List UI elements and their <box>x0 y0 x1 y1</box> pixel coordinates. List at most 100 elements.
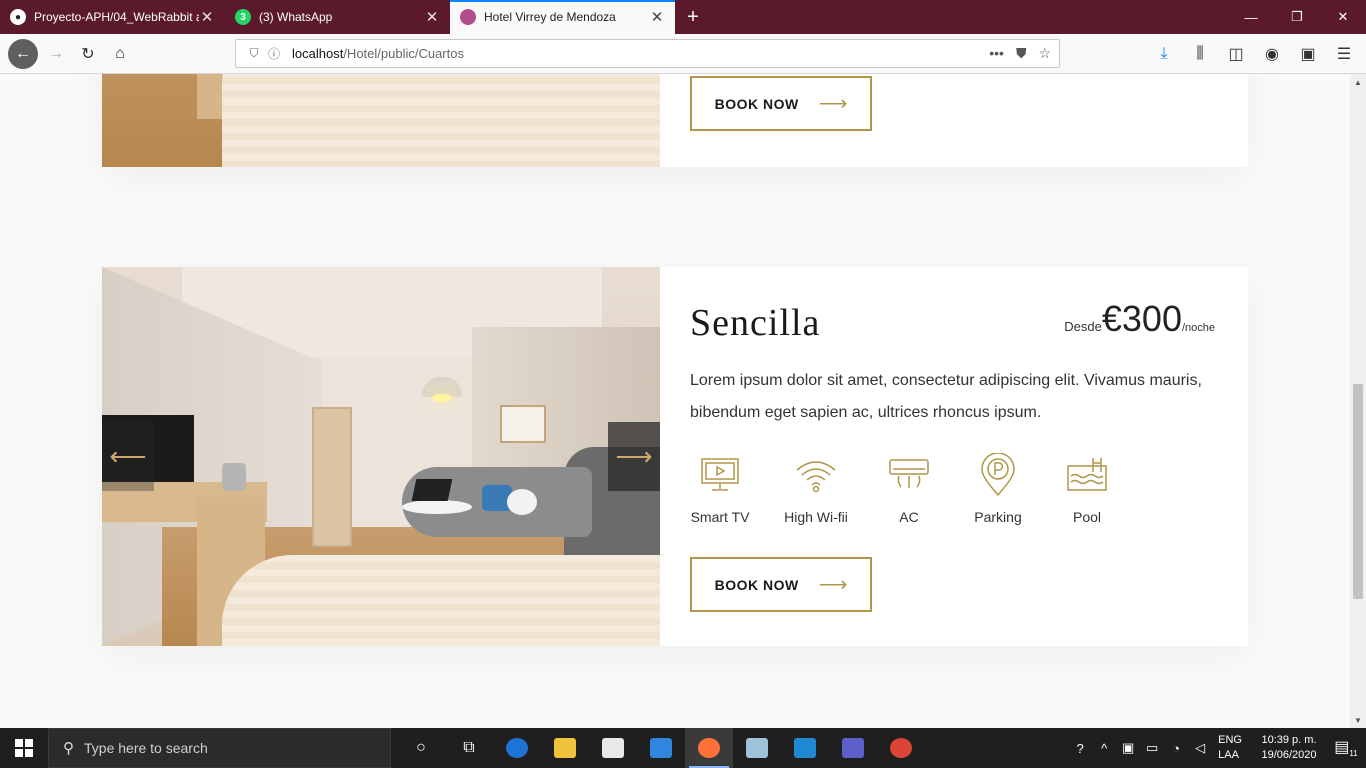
scroll-down-icon[interactable]: ▼ <box>1350 712 1366 728</box>
window-controls: — ❐ ✕ <box>1228 0 1366 34</box>
page-actions-icon[interactable]: ••• <box>989 45 1004 62</box>
firefox-icon[interactable] <box>685 728 733 768</box>
whatsapp-icon: 3 <box>235 9 251 25</box>
tracking-shield-icon[interactable]: ⛉ <box>244 46 264 61</box>
vscode-icon[interactable] <box>781 728 829 768</box>
reload-icon[interactable]: ↻ <box>72 38 104 70</box>
mail-icon[interactable] <box>637 728 685 768</box>
downloads-icon[interactable]: ⤓ <box>1148 38 1180 70</box>
notification-center-icon[interactable]: ▤11 <box>1326 737 1366 758</box>
parking-icon <box>974 453 1022 497</box>
battery-icon[interactable]: ▭ <box>1140 740 1164 756</box>
book-now-label: BOOK NOW <box>714 576 799 593</box>
network-icon[interactable]: ◔ <box>1164 741 1188 756</box>
search-icon: ⚲ <box>63 740 74 757</box>
pool-icon <box>1063 453 1111 497</box>
notification-count: 11 <box>1349 749 1358 759</box>
room-card-sencilla: ⟵ ⟶ Sencilla Desde €300 /noche Lorem ips… <box>102 267 1248 646</box>
home-icon[interactable]: ⌂ <box>104 38 136 70</box>
tab-title: (3) WhatsApp <box>259 10 333 24</box>
amenities-list: Smart TV High Wi-fii AC Parking Pool <box>682 453 1134 525</box>
bookmark-star-icon[interactable]: ☆ <box>1038 45 1051 62</box>
back-icon[interactable]: ← <box>8 38 38 69</box>
close-tab-icon[interactable]: ✕ <box>424 8 440 26</box>
extension-icon[interactable]: ▣ <box>1292 38 1324 70</box>
amenity-label: High Wi-fii <box>784 509 848 525</box>
input-language[interactable]: ENG LAA <box>1218 733 1242 763</box>
hotel-icon <box>460 9 476 25</box>
menu-icon[interactable]: ☰ <box>1328 38 1360 70</box>
tab-title: Hotel Virrey de Mendoza <box>484 10 616 24</box>
search-placeholder: Type here to search <box>84 740 208 756</box>
room-price: Desde €300 /noche <box>1064 301 1215 337</box>
app-icon[interactable] <box>733 728 781 768</box>
url-path: /Hotel/public/Cuartos <box>343 46 464 61</box>
book-now-button[interactable]: BOOK NOW ⟶ <box>690 557 872 612</box>
amenity-label: Parking <box>974 509 1022 525</box>
keyboard-layout: LAA <box>1218 749 1239 761</box>
minimize-icon[interactable]: — <box>1228 0 1274 34</box>
amenity-label: AC <box>899 509 919 525</box>
air-conditioner-icon <box>885 453 933 497</box>
book-now-label: BOOK NOW <box>714 95 799 112</box>
price-from: Desde <box>1064 319 1102 334</box>
new-tab-button[interactable]: + <box>675 0 711 34</box>
chrome-icon[interactable] <box>877 728 925 768</box>
price-amount: €300 <box>1101 298 1182 339</box>
toolbar-right: ⤓ ⫼ ◫ ◉ ▣ ☰ <box>1148 38 1360 70</box>
cortana-icon[interactable]: ○ <box>397 728 445 768</box>
carousel-prev-button[interactable]: ⟵ <box>102 422 154 491</box>
help-icon[interactable]: ? <box>1068 741 1092 756</box>
price-unit: /noche <box>1181 322 1215 334</box>
close-window-icon[interactable]: ✕ <box>1320 0 1366 34</box>
scroll-thumb[interactable] <box>1353 384 1363 599</box>
sidebar-icon[interactable]: ◫ <box>1220 38 1252 70</box>
pocket-icon[interactable]: ⛊ <box>1016 45 1027 62</box>
amenity-ac: AC <box>874 453 944 525</box>
tab-strip: ● Proyecto-APH/04_WebRabbit a ✕ 3 (3) Wh… <box>0 0 1366 34</box>
url-actions: ••• ⛊ ☆ <box>989 45 1051 62</box>
taskbar-search[interactable]: ⚲ Type here to search <box>48 728 391 768</box>
teams-icon[interactable] <box>829 728 877 768</box>
close-tab-icon[interactable]: ✕ <box>649 8 665 26</box>
amenity-wifi: High Wi-fii <box>770 453 862 525</box>
file-explorer-icon[interactable] <box>541 728 589 768</box>
amenity-parking: Parking <box>956 453 1040 525</box>
url-text: localhost/Hotel/public/Cuartos <box>292 46 464 61</box>
store-icon[interactable] <box>589 728 637 768</box>
account-icon[interactable]: ◉ <box>1256 38 1288 70</box>
system-tray: ? ^ ▣ ▭ ◔ ◁ ENG LAA 10:39 p. m. 19/06/20… <box>1068 728 1366 768</box>
arrow-right-icon: ⟶ <box>818 93 848 115</box>
page-scrollbar[interactable]: ▲ ▼ <box>1350 74 1366 728</box>
windows-logo-icon <box>15 739 33 757</box>
room-card-body: BOOK NOW ⟶ <box>660 74 1248 167</box>
address-bar[interactable]: ⛉ ⓘ localhost/Hotel/public/Cuartos ••• ⛊… <box>235 39 1060 68</box>
clock-date: 19/06/2020 <box>1261 749 1317 761</box>
close-tab-icon[interactable]: ✕ <box>199 8 215 26</box>
language-code: ENG <box>1218 734 1242 746</box>
chevron-up-icon[interactable]: ^ <box>1092 741 1116 756</box>
book-now-button[interactable]: BOOK NOW ⟶ <box>690 76 872 131</box>
scroll-up-icon[interactable]: ▲ <box>1350 74 1366 90</box>
carousel-next-button[interactable]: ⟶ <box>608 422 660 491</box>
site-info-icon[interactable]: ⓘ <box>264 45 284 62</box>
tab-hotel[interactable]: Hotel Virrey de Mendoza ✕ <box>450 0 675 34</box>
library-icon[interactable]: ⫼ <box>1184 38 1216 70</box>
task-view-icon[interactable]: ⧉ <box>445 728 493 768</box>
start-button[interactable] <box>0 728 48 768</box>
room-photo-carousel: ⟵ ⟶ <box>102 267 660 646</box>
amenity-smart-tv: Smart TV <box>682 453 758 525</box>
forward-icon[interactable]: → <box>40 38 72 70</box>
tab-github[interactable]: ● Proyecto-APH/04_WebRabbit a ✕ <box>0 0 225 34</box>
page-content: BOOK NOW ⟶ ⟵ ⟶ Sencilla Desde €300 /noch… <box>0 74 1350 728</box>
url-host: localhost <box>292 46 344 61</box>
volume-icon[interactable]: ◁ <box>1188 740 1212 756</box>
room-card-body: Sencilla Desde €300 /noche Lorem ipsum d… <box>660 267 1248 646</box>
edge-icon[interactable] <box>493 728 541 768</box>
clock-time: 10:39 p. m. <box>1261 734 1317 746</box>
restore-icon[interactable]: ❐ <box>1274 0 1320 34</box>
nvidia-icon[interactable]: ▣ <box>1116 740 1140 756</box>
tab-whatsapp[interactable]: 3 (3) WhatsApp ✕ <box>225 0 450 34</box>
amenity-pool: Pool <box>1052 453 1122 525</box>
clock[interactable]: 10:39 p. m. 19/06/2020 <box>1252 733 1326 763</box>
